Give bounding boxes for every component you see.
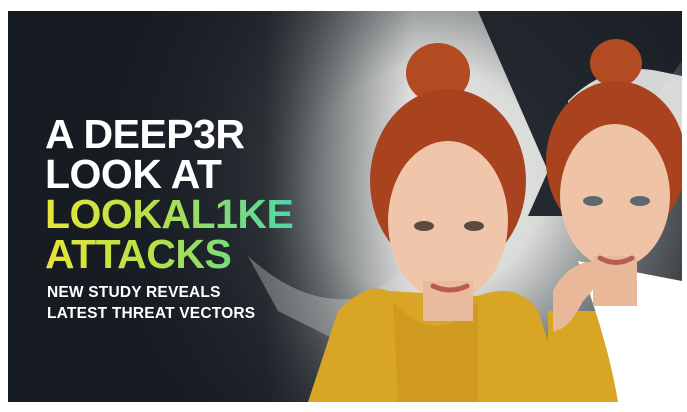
headline-line-4: ATTACKS bbox=[45, 234, 293, 275]
lookalike-attacks-banner: A DEEP3R LOOK AT LOOKAL1KE ATTACKS NEW S… bbox=[8, 11, 682, 402]
portrait-left bbox=[308, 43, 568, 402]
headline: A DEEP3R LOOK AT LOOKAL1KE ATTACKS bbox=[45, 111, 294, 275]
headline-line-3: LOOKAL1KE bbox=[45, 191, 294, 237]
headline-line-2: LOOK AT bbox=[45, 151, 222, 197]
subheadline-line-2: LATEST THREAT VECTORS bbox=[47, 305, 256, 322]
headline-line-1: A DEEP3R bbox=[45, 111, 245, 157]
subheadline: NEW STUDY REVEALS LATEST THREAT VECTORS bbox=[47, 282, 255, 324]
subheadline-line-1: NEW STUDY REVEALS bbox=[47, 284, 221, 301]
portrait-right bbox=[546, 39, 682, 402]
